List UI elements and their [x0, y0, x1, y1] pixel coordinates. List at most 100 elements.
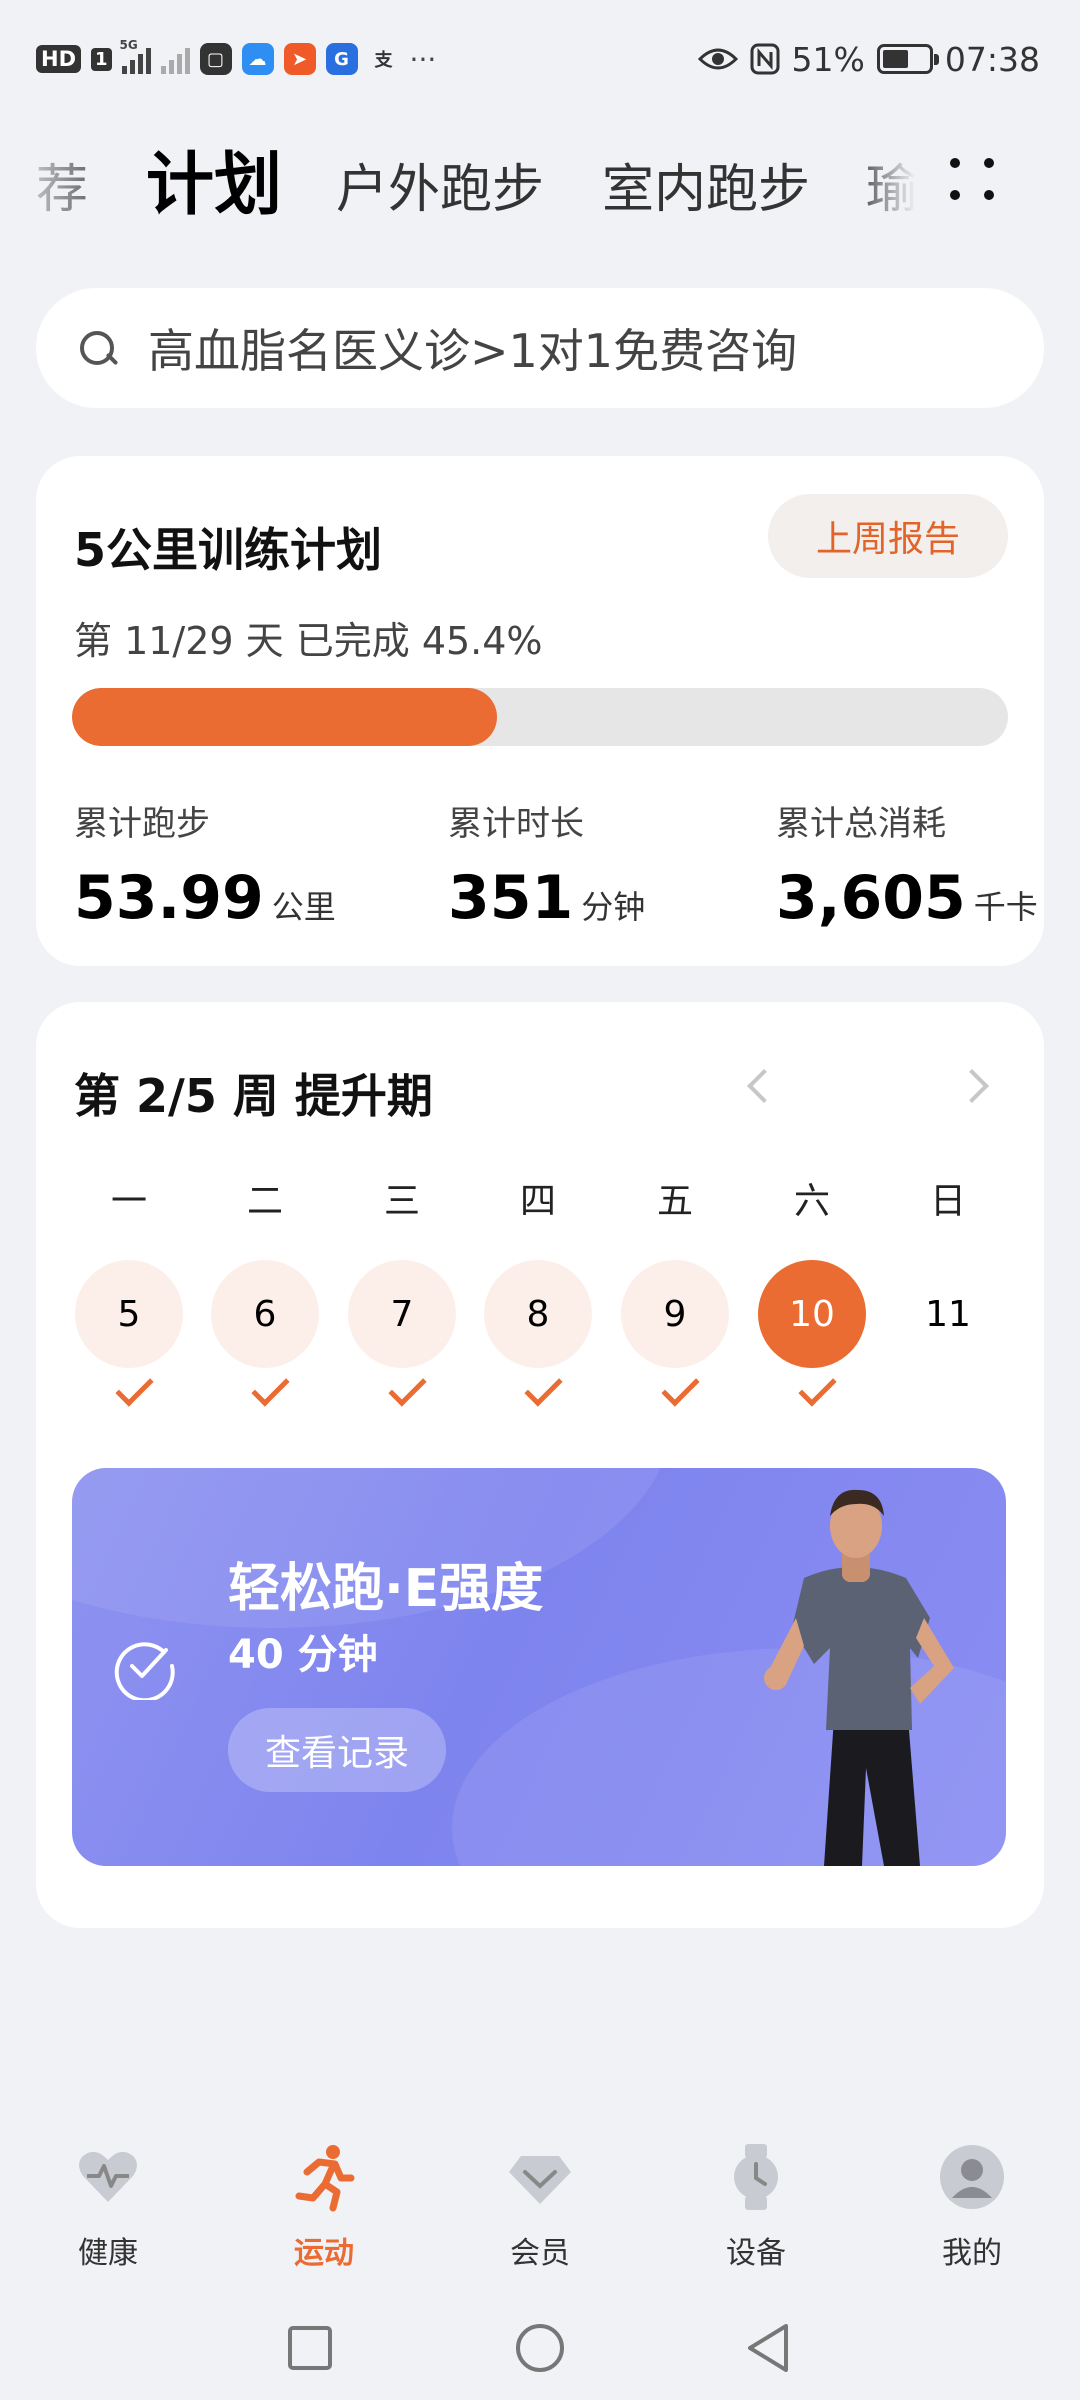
paper-plane-icon: ➤	[283, 43, 316, 75]
day-date: 6	[211, 1260, 319, 1368]
status-bar: HD 1 5G ▢ ☁ ➤ G 支 ··· 51% 07:38	[0, 0, 1080, 118]
workout-title: 轻松跑·E强度	[228, 1559, 544, 1619]
nav-label: 会员	[510, 2236, 570, 2271]
stat-value: 53.99	[74, 863, 264, 933]
workout-duration: 40 分钟	[228, 1632, 378, 1678]
clock: 07:38	[944, 39, 1040, 79]
view-record-button[interactable]: 查看记录	[228, 1708, 446, 1792]
week-title: 第 2/5 周 提升期	[74, 1069, 433, 1123]
search-bar[interactable]: 高血脂名医义诊>1对1免费咨询	[36, 288, 1044, 408]
stat-duration: 累计时长 351 分钟	[448, 796, 645, 933]
stat-value: 351	[448, 863, 574, 933]
system-nav	[0, 2300, 1080, 2400]
nav-membership[interactable]: 会员	[465, 2142, 615, 2272]
sim-badge: 1	[91, 47, 112, 71]
bottom-nav: 健康 运动 会员 设备 我的	[0, 2120, 1080, 2272]
battery-icon	[876, 44, 939, 74]
day-label: 五	[656, 1181, 693, 1222]
plan-progress-bar	[72, 688, 1008, 746]
stat-unit: 分钟	[581, 888, 646, 926]
check-icon	[243, 1374, 287, 1418]
stat-unit: 千卡	[973, 888, 1038, 926]
day-sat[interactable]: 六 10	[757, 1172, 867, 1418]
day-date-today: 10	[758, 1260, 866, 1368]
plan-progress-text: 第 11/29 天 已完成 45.4%	[74, 619, 543, 663]
day-sun[interactable]: 日 11	[893, 1172, 1003, 1368]
plan-title: 5公里训练计划	[74, 523, 383, 577]
chevron-left-icon[interactable]	[736, 1064, 780, 1108]
tab-plan[interactable]: 计划	[146, 130, 282, 228]
day-date: 8	[484, 1260, 592, 1368]
more-notifications: ···	[409, 42, 437, 76]
day-label: 二	[246, 1181, 283, 1222]
stat-label: 累计跑步	[74, 804, 210, 844]
stat-label: 累计总消耗	[776, 804, 946, 844]
tab-outdoor-run[interactable]: 户外跑步	[336, 147, 544, 222]
signal-5g-icon: 5G	[120, 38, 151, 74]
workout-banner[interactable]: 轻松跑·E强度 40 分钟 查看记录	[72, 1468, 1006, 1866]
nav-label: 运动	[294, 2236, 354, 2271]
bag-icon: ▢	[199, 43, 232, 75]
day-thu[interactable]: 四 8	[483, 1172, 593, 1418]
plan-card[interactable]: 5公里训练计划 上周报告 第 11/29 天 已完成 45.4% 累计跑步 53…	[36, 456, 1044, 966]
signal-sim2-icon	[160, 44, 190, 74]
top-tabs: 荐 计划 户外跑步 室内跑步 瑜	[0, 130, 1080, 250]
more-tabs-icon[interactable]	[944, 150, 1004, 210]
hd-badge: HD	[36, 45, 82, 73]
day-label: 四	[519, 1181, 556, 1222]
status-right: 51% 07:38	[697, 36, 1040, 82]
nav-devices[interactable]: 设备	[681, 2142, 831, 2272]
nav-me[interactable]: 我的	[897, 2142, 1047, 2272]
day-date: 5	[75, 1260, 183, 1368]
tab-indoor-run[interactable]: 室内跑步	[602, 147, 810, 222]
recent-apps-icon[interactable]	[282, 2320, 338, 2376]
day-mon[interactable]: 一 5	[74, 1172, 184, 1418]
stat-unit: 公里	[271, 888, 336, 926]
chevron-right-icon[interactable]	[954, 1064, 998, 1108]
search-icon	[76, 327, 118, 369]
last-week-report-button[interactable]: 上周报告	[768, 494, 1008, 578]
profile-icon	[940, 2145, 1004, 2209]
watch-icon	[734, 2144, 778, 2210]
check-icon	[653, 1374, 697, 1418]
status-left: HD 1 5G ▢ ☁ ➤ G 支 ···	[36, 38, 436, 80]
heart-pulse-icon	[79, 2151, 137, 2202]
day-label: 六	[793, 1181, 830, 1222]
completed-check-icon	[114, 1642, 175, 1700]
day-wed[interactable]: 三 7	[347, 1172, 457, 1418]
back-icon[interactable]	[742, 2320, 798, 2376]
day-date: 7	[348, 1260, 456, 1368]
g-app-icon: G	[325, 43, 358, 75]
stat-label: 累计时长	[448, 804, 584, 844]
day-label: 一	[110, 1181, 147, 1222]
stat-calories: 累计总消耗 3,605 千卡	[776, 796, 1038, 933]
search-placeholder: 高血脂名医义诊>1对1免费咨询	[148, 324, 798, 378]
battery-percent: 51%	[791, 39, 865, 79]
stat-distance: 累计跑步 53.99 公里	[74, 796, 336, 933]
nav-label: 设备	[726, 2236, 786, 2271]
network-type: 5G	[119, 38, 138, 52]
nav-exercise[interactable]: 运动	[249, 2142, 399, 2272]
day-date: 9	[621, 1260, 729, 1368]
plan-progress-fill	[72, 688, 497, 746]
nav-health[interactable]: 健康	[33, 2142, 183, 2272]
nav-label: 健康	[78, 2236, 138, 2271]
nfc-icon	[750, 43, 780, 75]
nav-label: 我的	[942, 2236, 1002, 2271]
day-fri[interactable]: 五 9	[620, 1172, 730, 1418]
diamond-icon	[509, 2156, 571, 2204]
runner-photo	[764, 1489, 954, 1866]
eye-icon	[697, 48, 738, 70]
check-icon	[380, 1374, 424, 1418]
week-card: 第 2/5 周 提升期 一 5 二 6 三 7 四 8 五 9 六 10 日 1…	[36, 1002, 1044, 1928]
day-tue[interactable]: 二 6	[210, 1172, 320, 1418]
check-icon	[516, 1374, 560, 1418]
runner-icon	[295, 2145, 355, 2212]
weather-icon: ☁	[241, 43, 274, 75]
check-icon	[107, 1374, 151, 1418]
day-label: 日	[929, 1181, 966, 1222]
day-label: 三	[383, 1181, 420, 1222]
day-date: 11	[925, 1293, 971, 1335]
alipay-icon: 支	[374, 50, 393, 71]
home-icon[interactable]	[512, 2320, 568, 2376]
